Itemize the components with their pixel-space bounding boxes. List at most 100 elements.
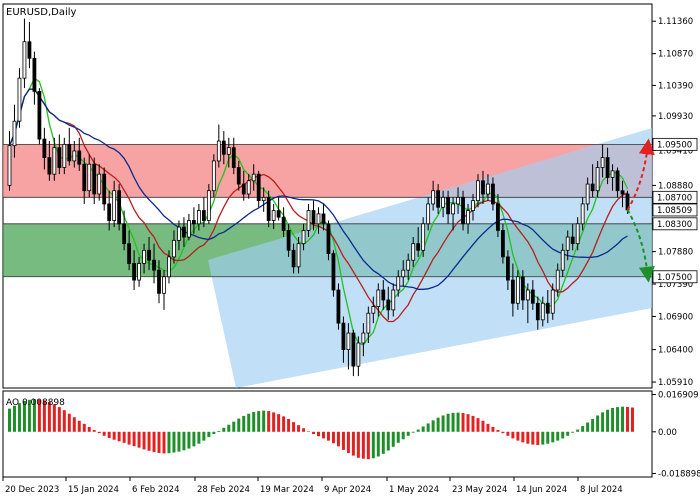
price-tick-label: 1.05910 [658,378,693,388]
candle-body [62,143,67,168]
ao-bar [476,418,480,432]
price-tick-label: 1.10870 [658,50,693,60]
ao-bar [616,407,620,432]
ao-bar [302,428,306,432]
ao-bar [326,431,330,441]
time-tick-label: 15 Jan 2024 [68,485,119,495]
oscillator-label: AO 0.008898 [6,398,65,408]
ao-bar [416,429,420,432]
ao-bar [232,421,236,432]
ao-tick-label: 0.016909 [658,391,699,401]
candle-body [505,256,510,281]
ao-bar [92,430,96,432]
ao-bar [272,412,276,432]
ao-bar [566,431,570,436]
level-label: 1.09500 [657,140,692,150]
ao-bar [312,431,316,434]
ao-bar [381,431,385,454]
candle-body [286,230,291,251]
candle-body [256,173,261,202]
ao-tick-label: -0.018898 [658,469,700,479]
ao-bar [581,426,585,432]
candle-body [216,140,221,162]
ao-bar [307,431,311,432]
candle-body [411,243,416,261]
ao-bar [601,412,605,432]
time-tick-label: 28 Feb 2024 [197,485,250,495]
candle-body [336,289,341,324]
ao-bar [516,431,520,441]
ao-bar [606,409,610,432]
ao-bar [282,416,286,432]
candle-body [32,57,37,92]
chart-title: EURUSD,Daily [6,7,77,18]
candle-body [172,239,176,258]
candle-body [221,140,226,155]
candle-body [211,160,216,192]
candle-body [266,196,271,221]
candle-body [226,147,231,155]
candle-body [296,243,301,268]
ao-bar [506,431,510,436]
candle-body [231,147,236,168]
candle-body [37,90,42,140]
ao-bar [630,407,634,432]
candle-body [391,289,396,311]
ao-bar [217,430,221,432]
ao-tick-label: 0.00 [658,428,677,438]
ao-bar [596,415,600,432]
ao-bar [406,431,410,436]
ao-bar [152,431,156,453]
candle-body [520,276,525,301]
candle-body [515,276,520,304]
ao-bar [137,431,141,448]
ao-bar [57,407,61,432]
ao-bar [376,431,380,457]
ao-bar [626,406,630,432]
ao-bar [107,431,111,438]
candle-body [545,302,550,314]
candle-body [291,249,296,268]
candle-body [316,213,321,225]
price-tick-label: 1.07880 [658,248,693,258]
candle-body [346,332,351,351]
candle-body [87,163,92,192]
ao-bar [122,431,126,443]
ao-bar [142,431,146,450]
ao-bar [77,420,81,432]
candle-body [152,259,156,271]
level-label: 1.08700 [657,193,692,203]
candle-body [251,173,256,182]
candle-body [615,170,620,192]
candle-body [201,210,206,221]
candle-body [246,180,251,195]
candle-body [192,220,196,225]
candle-body [281,216,286,231]
ao-bar [177,431,181,452]
candle-body [301,230,306,245]
candle-body [97,173,102,195]
candle-body [540,302,545,321]
ao-bar [212,431,216,434]
candle-body [590,183,595,192]
ao-bar [7,408,11,432]
candle-body [426,203,431,225]
time-tick-label: 14 Jun 2024 [516,485,567,495]
ao-bar [247,413,251,432]
ao-bar [526,431,530,444]
candle-body [371,306,376,314]
candle-body [27,41,32,59]
time-tick-label: 9 Apr 2024 [324,485,371,495]
candle-body [177,226,181,241]
ao-bar [586,422,590,432]
ao-bar [371,431,375,459]
candle-body [366,312,371,334]
ao-bar [227,424,231,432]
candle-body [555,269,560,291]
ao-bar [591,419,595,432]
candle-body [57,147,62,168]
ao-bar [321,431,325,439]
time-tick-label: 20 Dec 2023 [5,485,59,495]
ao-bar [262,410,266,432]
ao-bar [386,431,390,451]
